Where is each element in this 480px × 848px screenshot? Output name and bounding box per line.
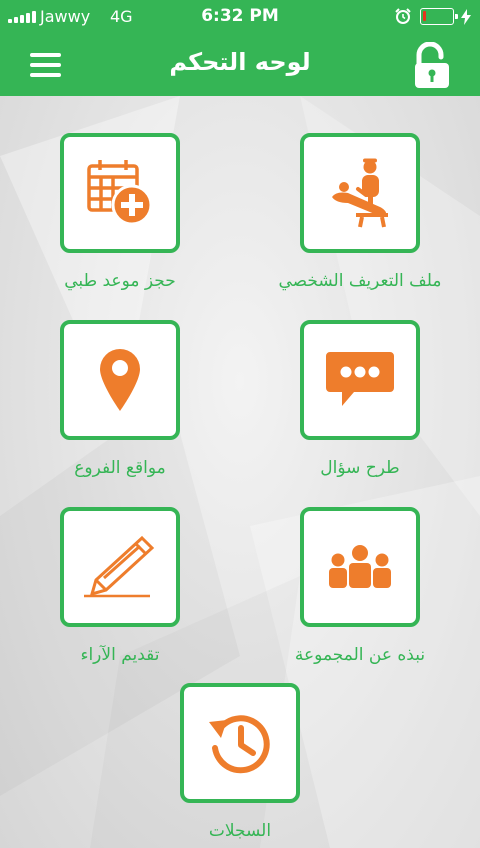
calendar-add-icon [87, 160, 153, 226]
tile-icon-box [60, 133, 180, 253]
tile-label: تقديم الآراء [80, 645, 160, 665]
tile-label: مواقع الفروع [74, 458, 166, 478]
chat-bubble-icon [326, 352, 394, 406]
tile-book-appointment[interactable]: حجز موعد طبي [0, 133, 240, 313]
tile-icon-box [300, 507, 420, 627]
lock-button[interactable] [410, 41, 454, 90]
group-people-icon [329, 545, 391, 588]
tile-icon-box [180, 683, 300, 803]
tile-profile[interactable]: ملف التعريف الشخصي [240, 133, 480, 313]
tile-about-group[interactable]: نبذه عن المجموعة [240, 507, 480, 687]
page-title: لوحه التحكم [169, 48, 311, 76]
tile-label: حجز موعد طبي [64, 271, 176, 291]
tile-feedback[interactable]: تقديم الآراء [0, 507, 240, 687]
tile-icon-box [60, 320, 180, 440]
tile-icon-box [60, 507, 180, 627]
patient-doctor-icon [332, 158, 388, 228]
tile-icon-box [300, 320, 420, 440]
history-clock-icon [209, 715, 270, 774]
tile-records[interactable]: السجلات [120, 683, 360, 848]
tile-label: ملف التعريف الشخصي [278, 271, 442, 291]
map-pin-icon [100, 349, 140, 411]
nav-bar: لوحه التحكم [0, 34, 480, 96]
tile-branch-locations[interactable]: مواقع الفروع [0, 320, 240, 500]
charging-bolt-icon [461, 9, 471, 25]
battery-level [423, 11, 426, 21]
tile-label: طرح سؤال [320, 458, 400, 478]
tile-label: السجلات [208, 821, 272, 841]
status-bar: Jawwy 4G 6:32 PM [0, 0, 480, 34]
unlocked-padlock-icon [415, 41, 449, 88]
tile-icon-box [300, 133, 420, 253]
tile-ask-question[interactable]: طرح سؤال [240, 320, 480, 500]
tile-label: نبذه عن المجموعة [294, 645, 426, 665]
pencil-icon [84, 535, 155, 598]
alarm-clock-icon [395, 8, 411, 24]
battery-icon [420, 8, 458, 25]
